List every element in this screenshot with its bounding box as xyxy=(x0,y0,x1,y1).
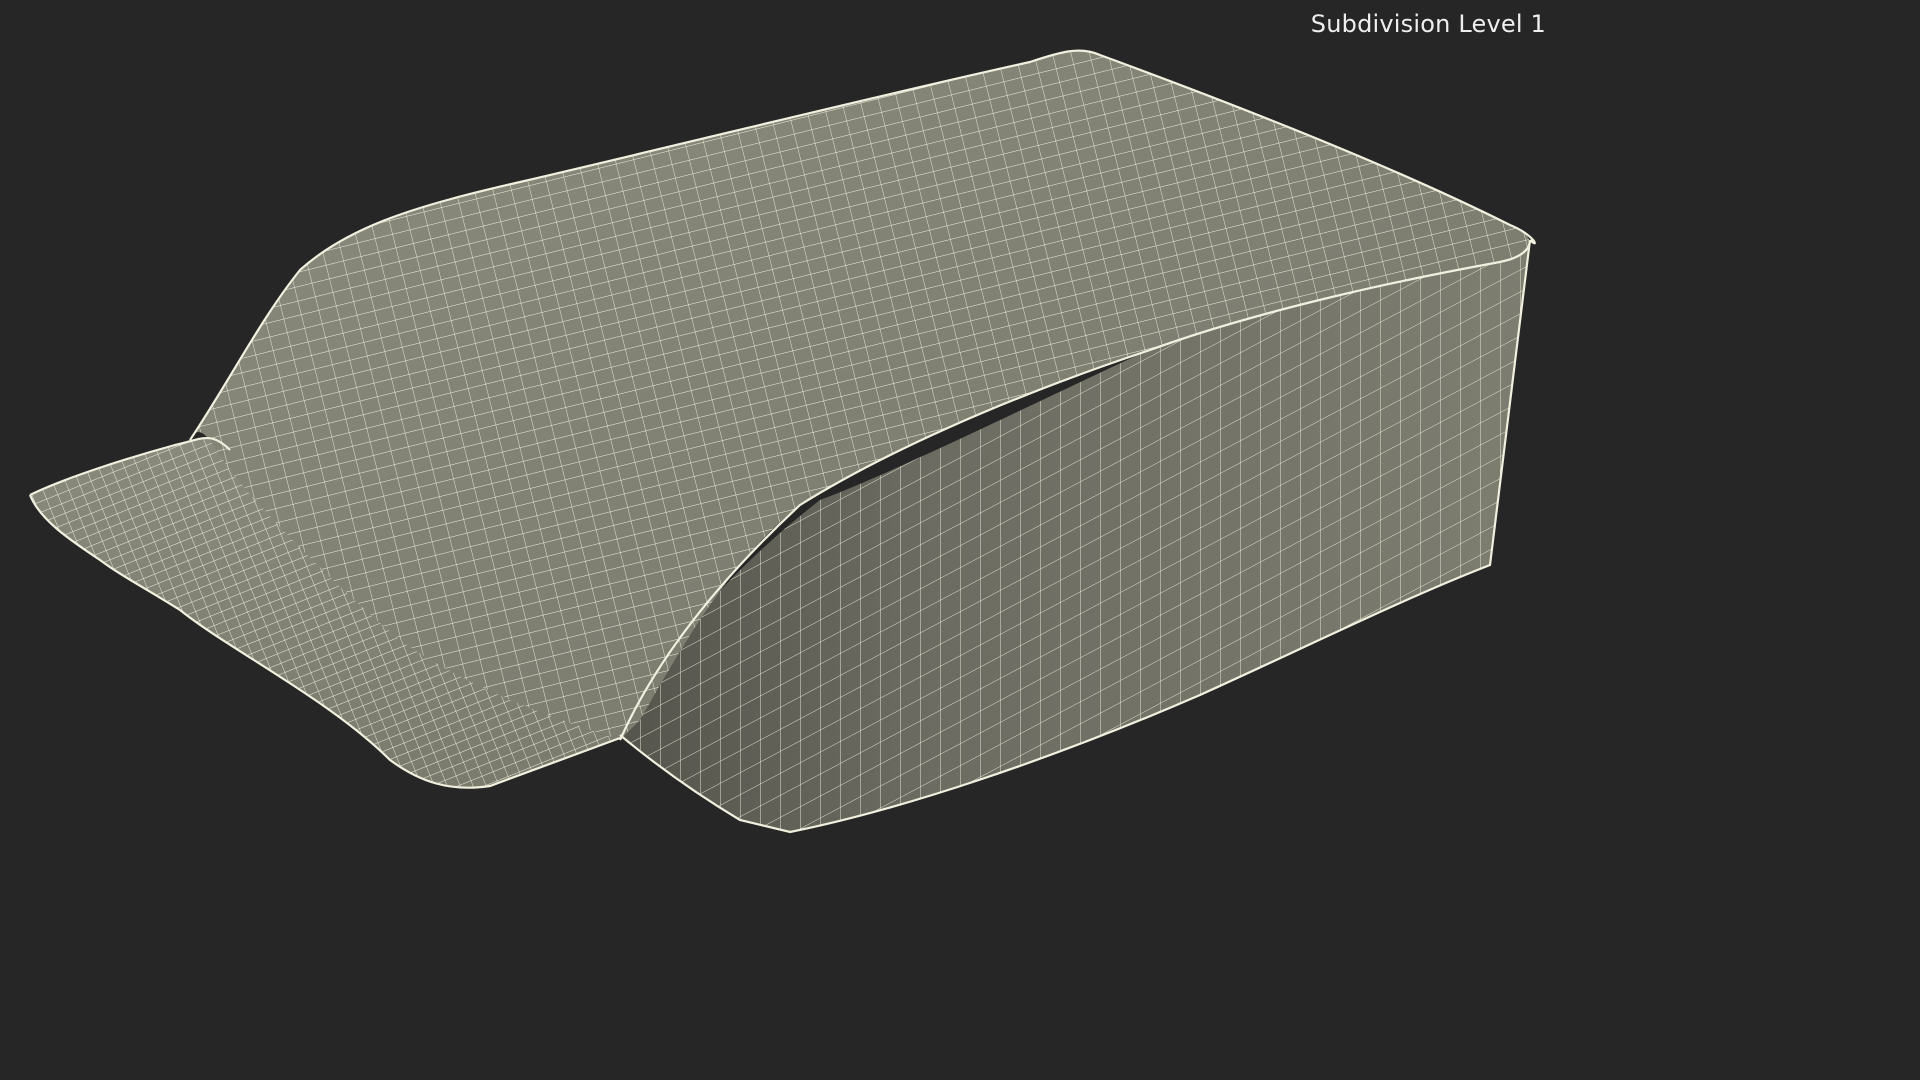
render-viewport: Subdivision Level 1 xyxy=(0,0,1568,882)
subdivision-level-label: Subdivision Level 1 xyxy=(1310,10,1546,38)
wireframe-pouch-model xyxy=(28,49,1536,834)
